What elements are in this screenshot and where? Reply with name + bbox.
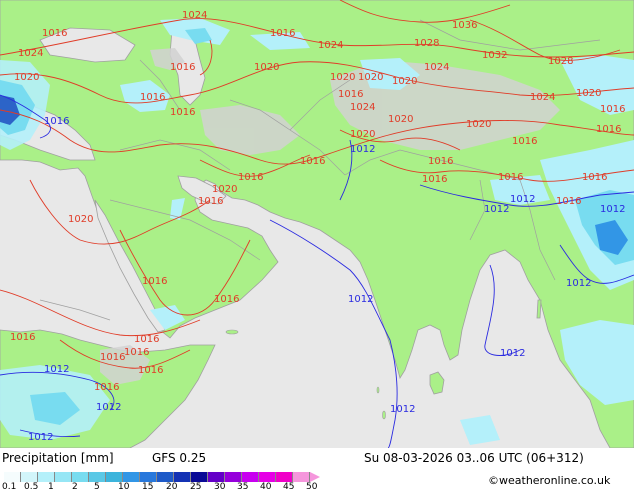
isobar-label: 1020 [212, 184, 237, 195]
isobar-label: 1016 [556, 196, 581, 207]
isobar-label: 1012 [348, 294, 373, 305]
credit-text: ©weatheronline.co.uk [488, 474, 611, 487]
isobar-label: 1016 [134, 334, 159, 345]
isobar-label: 1036 [452, 20, 477, 31]
map-footer: Precipitation [mm] GFS 0.25 Su 08-03-202… [0, 448, 634, 492]
isobar-label: 1020 [392, 76, 417, 87]
isobar-label: 1016 [422, 174, 447, 185]
isobar-label: 1016 [428, 156, 453, 167]
isobar-label: 1016 [270, 28, 295, 39]
isobar-label: 1028 [548, 56, 573, 67]
legend-tick-label: 5 [94, 482, 100, 492]
isobar-label: 1016 [124, 347, 149, 358]
isobar-label: 1016 [142, 276, 167, 287]
isobar-label: 1016 [140, 92, 165, 103]
legend-tick-label: 20 [166, 482, 178, 492]
isobar-label: 1012 [44, 364, 69, 375]
isobar-label: 1020 [14, 72, 39, 83]
isobar-label: 1016 [170, 62, 195, 73]
isobar-label: 1024 [530, 92, 555, 103]
isobar-label: 1020 [68, 214, 93, 225]
legend-tick-label: 1 [48, 482, 54, 492]
isobar-label: 1016 [238, 172, 263, 183]
island-maldives [382, 410, 386, 420]
valid-time: Su 08-03-2026 03..06 UTC (06+312) [364, 451, 584, 465]
legend-tick-label: 15 [142, 482, 154, 492]
isobar-label: 1012 [510, 194, 535, 205]
isobar-label: 1024 [18, 48, 43, 59]
isobar-label: 1012 [566, 278, 591, 289]
legend-ticks: 0.1 0.5 1 2 5 10 15 20 25 30 35 40 45 50 [0, 448, 340, 492]
isobar-label: 1016 [338, 89, 363, 100]
isobar-label: 1016 [600, 104, 625, 115]
isobar-label: 1016 [198, 196, 223, 207]
isobar-label: 1016 [300, 156, 325, 167]
isobar-label: 1032 [482, 50, 507, 61]
legend-tick-label: 50 [306, 482, 318, 492]
legend-tick-label: 40 [260, 482, 272, 492]
isobar-label: 1016 [10, 332, 35, 343]
isobar-label: 1020 [388, 114, 413, 125]
isobar-label: 1020 [350, 129, 375, 140]
isobar-label: 1012 [390, 404, 415, 415]
isobar-label: 1012 [500, 348, 525, 359]
isobar-label: 1012 [484, 204, 509, 215]
isobar-label: 1028 [414, 38, 439, 49]
isobar-label: 1016 [582, 172, 607, 183]
isobar-label: 1016 [170, 107, 195, 118]
isobar-label: 1020 [576, 88, 601, 99]
precipitation-map: 1024 1024 1020 1016 1020 1016 1016 1020 … [0, 0, 634, 448]
isobar-label: 1012 [350, 144, 375, 155]
isobar-label: 1016 [512, 136, 537, 147]
isobar-label: 1020 [358, 72, 383, 83]
isobar-label: 1024 [182, 10, 207, 21]
legend-tick-label: 2 [72, 482, 78, 492]
legend-tick-label: 0.5 [24, 482, 39, 492]
isobar-label: 1016 [138, 365, 163, 376]
legend-tick-label: 0.1 [2, 482, 17, 492]
isobar-label: 1012 [96, 402, 121, 413]
isobar-label: 1020 [330, 72, 355, 83]
island-lakshadweep [376, 386, 380, 394]
legend-tick-label: 10 [118, 482, 130, 492]
isobar-label: 1024 [318, 40, 343, 51]
island-socotra [225, 329, 239, 335]
isobar-label: 1016 [44, 116, 69, 127]
legend-tick-label: 30 [214, 482, 226, 492]
isobar-label: 1016 [596, 124, 621, 135]
isobar-label: 1024 [424, 62, 449, 73]
legend-tick-label: 25 [190, 482, 202, 492]
isobar-label: 1016 [498, 172, 523, 183]
isobar-label: 1012 [600, 204, 625, 215]
legend-tick-label: 45 [283, 482, 295, 492]
isobar-label: 1012 [28, 432, 53, 443]
isobar-label: 1020 [466, 119, 491, 130]
land-andaman [536, 299, 542, 319]
isobar-label: 1020 [254, 62, 279, 73]
isobar-label: 1016 [42, 28, 67, 39]
legend-tick-label: 35 [237, 482, 249, 492]
isobar-label: 1024 [350, 102, 375, 113]
isobar-label: 1016 [94, 382, 119, 393]
isobar-label: 1016 [214, 294, 239, 305]
isobar-label: 1016 [100, 352, 125, 363]
